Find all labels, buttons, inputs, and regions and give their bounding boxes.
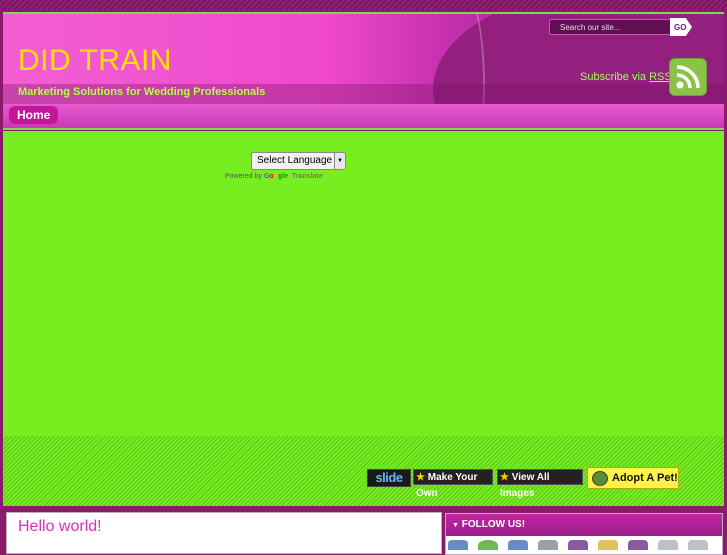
subscribe-text: Subscribe via RSS (580, 71, 672, 83)
social-icon[interactable] (688, 540, 708, 550)
rss-icon[interactable] (669, 58, 707, 96)
social-icons-row (446, 540, 722, 554)
star-icon: ★ (416, 472, 425, 483)
star-icon: ★ (500, 472, 509, 483)
slide-logo[interactable]: slide (367, 469, 411, 487)
search-input[interactable] (549, 19, 678, 35)
nav-item-home[interactable]: Home (9, 106, 59, 124)
follow-us-header: ▼ FOLLOW US! (446, 514, 722, 536)
subscribe-label: Subscribe via (580, 71, 647, 83)
site-tagline: Marketing Solutions for Wedding Professi… (18, 86, 266, 98)
follow-us-widget: ▼ FOLLOW US! (445, 513, 723, 555)
social-icon[interactable] (478, 540, 498, 550)
make-your-own-button[interactable]: ★ Make Your Own (413, 469, 493, 499)
social-icon[interactable] (598, 540, 618, 550)
post-title[interactable]: Hello world! (18, 518, 102, 536)
social-icon[interactable] (538, 540, 558, 550)
chevron-down-icon: ▼ (334, 153, 345, 169)
adopt-a-pet-label: Adopt A Pet! (612, 472, 678, 484)
main-content: Select Language ▼ Powered by Google Tran… (3, 131, 724, 506)
social-icon[interactable] (658, 540, 678, 550)
triangle-down-icon: ▼ (452, 522, 459, 529)
google-translate-powered: Powered by Google Translate (225, 173, 323, 180)
social-icon[interactable] (628, 540, 648, 550)
social-icon[interactable] (508, 540, 528, 550)
main-nav: Home (3, 104, 724, 130)
site-header: DID TRAIN Marketing Solutions for Weddin… (3, 12, 724, 106)
adopt-a-pet-button[interactable]: Adopt A Pet! (587, 467, 679, 489)
top-strip (0, 0, 727, 10)
follow-us-title: FOLLOW US! (461, 519, 526, 530)
translate-link[interactable]: Translate (292, 173, 323, 180)
language-select-label: Select Language (257, 155, 333, 166)
language-select[interactable]: Select Language ▼ (251, 152, 346, 170)
pet-icon (592, 471, 608, 486)
view-all-images-button[interactable]: ★ View All Images (497, 469, 583, 499)
site-title[interactable]: DID TRAIN (18, 44, 172, 78)
social-icon[interactable] (568, 540, 588, 550)
social-icon[interactable] (448, 540, 468, 550)
post-card: Hello world! (6, 512, 442, 554)
google-logo: Google (263, 173, 289, 180)
powered-by-label: Powered by (225, 173, 262, 180)
